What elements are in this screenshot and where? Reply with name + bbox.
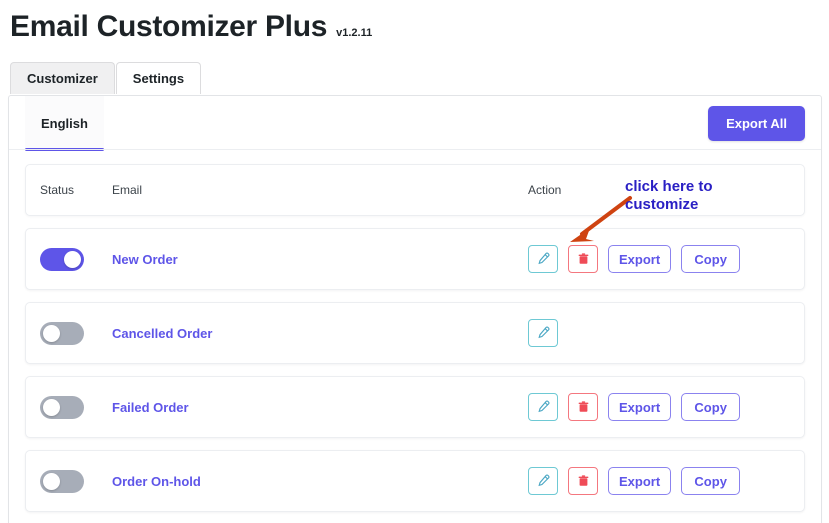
email-link-failed-order[interactable]: Failed Order: [112, 400, 189, 415]
trash-icon: [577, 252, 590, 266]
row-action-cell: [528, 319, 786, 347]
delete-button-failed-order[interactable]: [568, 393, 598, 421]
copy-button-order-on-hold[interactable]: Copy: [681, 467, 741, 495]
delete-button-placeholder: [568, 319, 598, 347]
row-status-cell: [40, 247, 112, 271]
row-email-cell: Order On-hold: [112, 474, 528, 489]
customizer-panel: English Export All Status Email Action N…: [8, 95, 822, 523]
row-email-cell: Cancelled Order: [112, 326, 528, 341]
row-email-cell: New Order: [112, 252, 528, 267]
table-row: Cancelled Order: [25, 302, 805, 364]
toggle-knob: [43, 398, 60, 416]
pencil-icon: [536, 474, 550, 488]
pencil-icon: [536, 400, 550, 414]
status-toggle-cancelled-order[interactable]: [40, 321, 84, 345]
copy-button-failed-order[interactable]: Copy: [681, 393, 741, 421]
header-cell-status: Status: [40, 183, 112, 197]
toggle-knob: [43, 472, 60, 490]
status-toggle-order-on-hold[interactable]: [40, 469, 84, 493]
header-cell-action: Action: [528, 183, 786, 197]
trash-icon: [577, 400, 590, 414]
edit-button-failed-order[interactable]: [528, 393, 558, 421]
export-button-order-on-hold[interactable]: Export: [608, 467, 672, 495]
edit-button-order-on-hold[interactable]: [528, 467, 558, 495]
page-header: Email Customizer Plus v1.2.11: [0, 0, 829, 46]
tab-settings[interactable]: Settings: [115, 62, 202, 94]
table-row: New Order Export Copy: [25, 228, 805, 290]
export-button-failed-order[interactable]: Export: [608, 393, 672, 421]
row-status-cell: [40, 321, 112, 345]
row-email-cell: Failed Order: [112, 400, 528, 415]
header-cell-email: Email: [112, 183, 528, 197]
row-status-cell: [40, 469, 112, 493]
row-action-cell: Export Copy: [528, 245, 786, 273]
row-action-cell: Export Copy: [528, 467, 786, 495]
column-header-action: Action: [528, 183, 562, 197]
top-tab-strip: Customizer Settings: [10, 62, 829, 94]
column-header-status: Status: [40, 183, 75, 197]
pencil-icon: [536, 252, 550, 266]
export-button-placeholder: [608, 319, 667, 347]
page-title: Email Customizer Plus: [10, 10, 328, 43]
email-table: Status Email Action New Order Export Cop…: [9, 150, 821, 512]
version-label: v1.2.11: [336, 27, 373, 39]
email-link-order-on-hold[interactable]: Order On-hold: [112, 474, 201, 489]
table-row: Failed Order Export Copy: [25, 376, 805, 438]
row-action-cell: Export Copy: [528, 393, 786, 421]
trash-icon: [577, 474, 590, 488]
table-header-row: Status Email Action: [25, 164, 805, 216]
email-link-cancelled-order[interactable]: Cancelled Order: [112, 326, 212, 341]
language-bar: English Export All: [9, 96, 821, 151]
language-tab-english[interactable]: English: [25, 96, 104, 151]
row-status-cell: [40, 395, 112, 419]
copy-button-new-order[interactable]: Copy: [681, 245, 741, 273]
email-link-new-order[interactable]: New Order: [112, 252, 178, 267]
delete-button-new-order[interactable]: [568, 245, 598, 273]
export-all-button[interactable]: Export All: [708, 105, 805, 141]
copy-button-placeholder: [677, 319, 736, 347]
edit-button-cancelled-order[interactable]: [528, 319, 558, 347]
toggle-knob: [43, 324, 60, 342]
status-toggle-failed-order[interactable]: [40, 395, 84, 419]
toggle-knob: [64, 250, 81, 268]
edit-button-new-order[interactable]: [528, 245, 558, 273]
tab-customizer[interactable]: Customizer: [10, 62, 115, 94]
delete-button-order-on-hold[interactable]: [568, 467, 598, 495]
status-toggle-new-order[interactable]: [40, 247, 84, 271]
column-header-email: Email: [112, 183, 143, 197]
table-row: Order On-hold Export Copy: [25, 450, 805, 512]
app-root: Email Customizer Plus v1.2.11 Customizer…: [0, 0, 829, 523]
language-tabs: English: [25, 96, 104, 151]
export-button-new-order[interactable]: Export: [608, 245, 672, 273]
pencil-icon: [536, 326, 550, 340]
